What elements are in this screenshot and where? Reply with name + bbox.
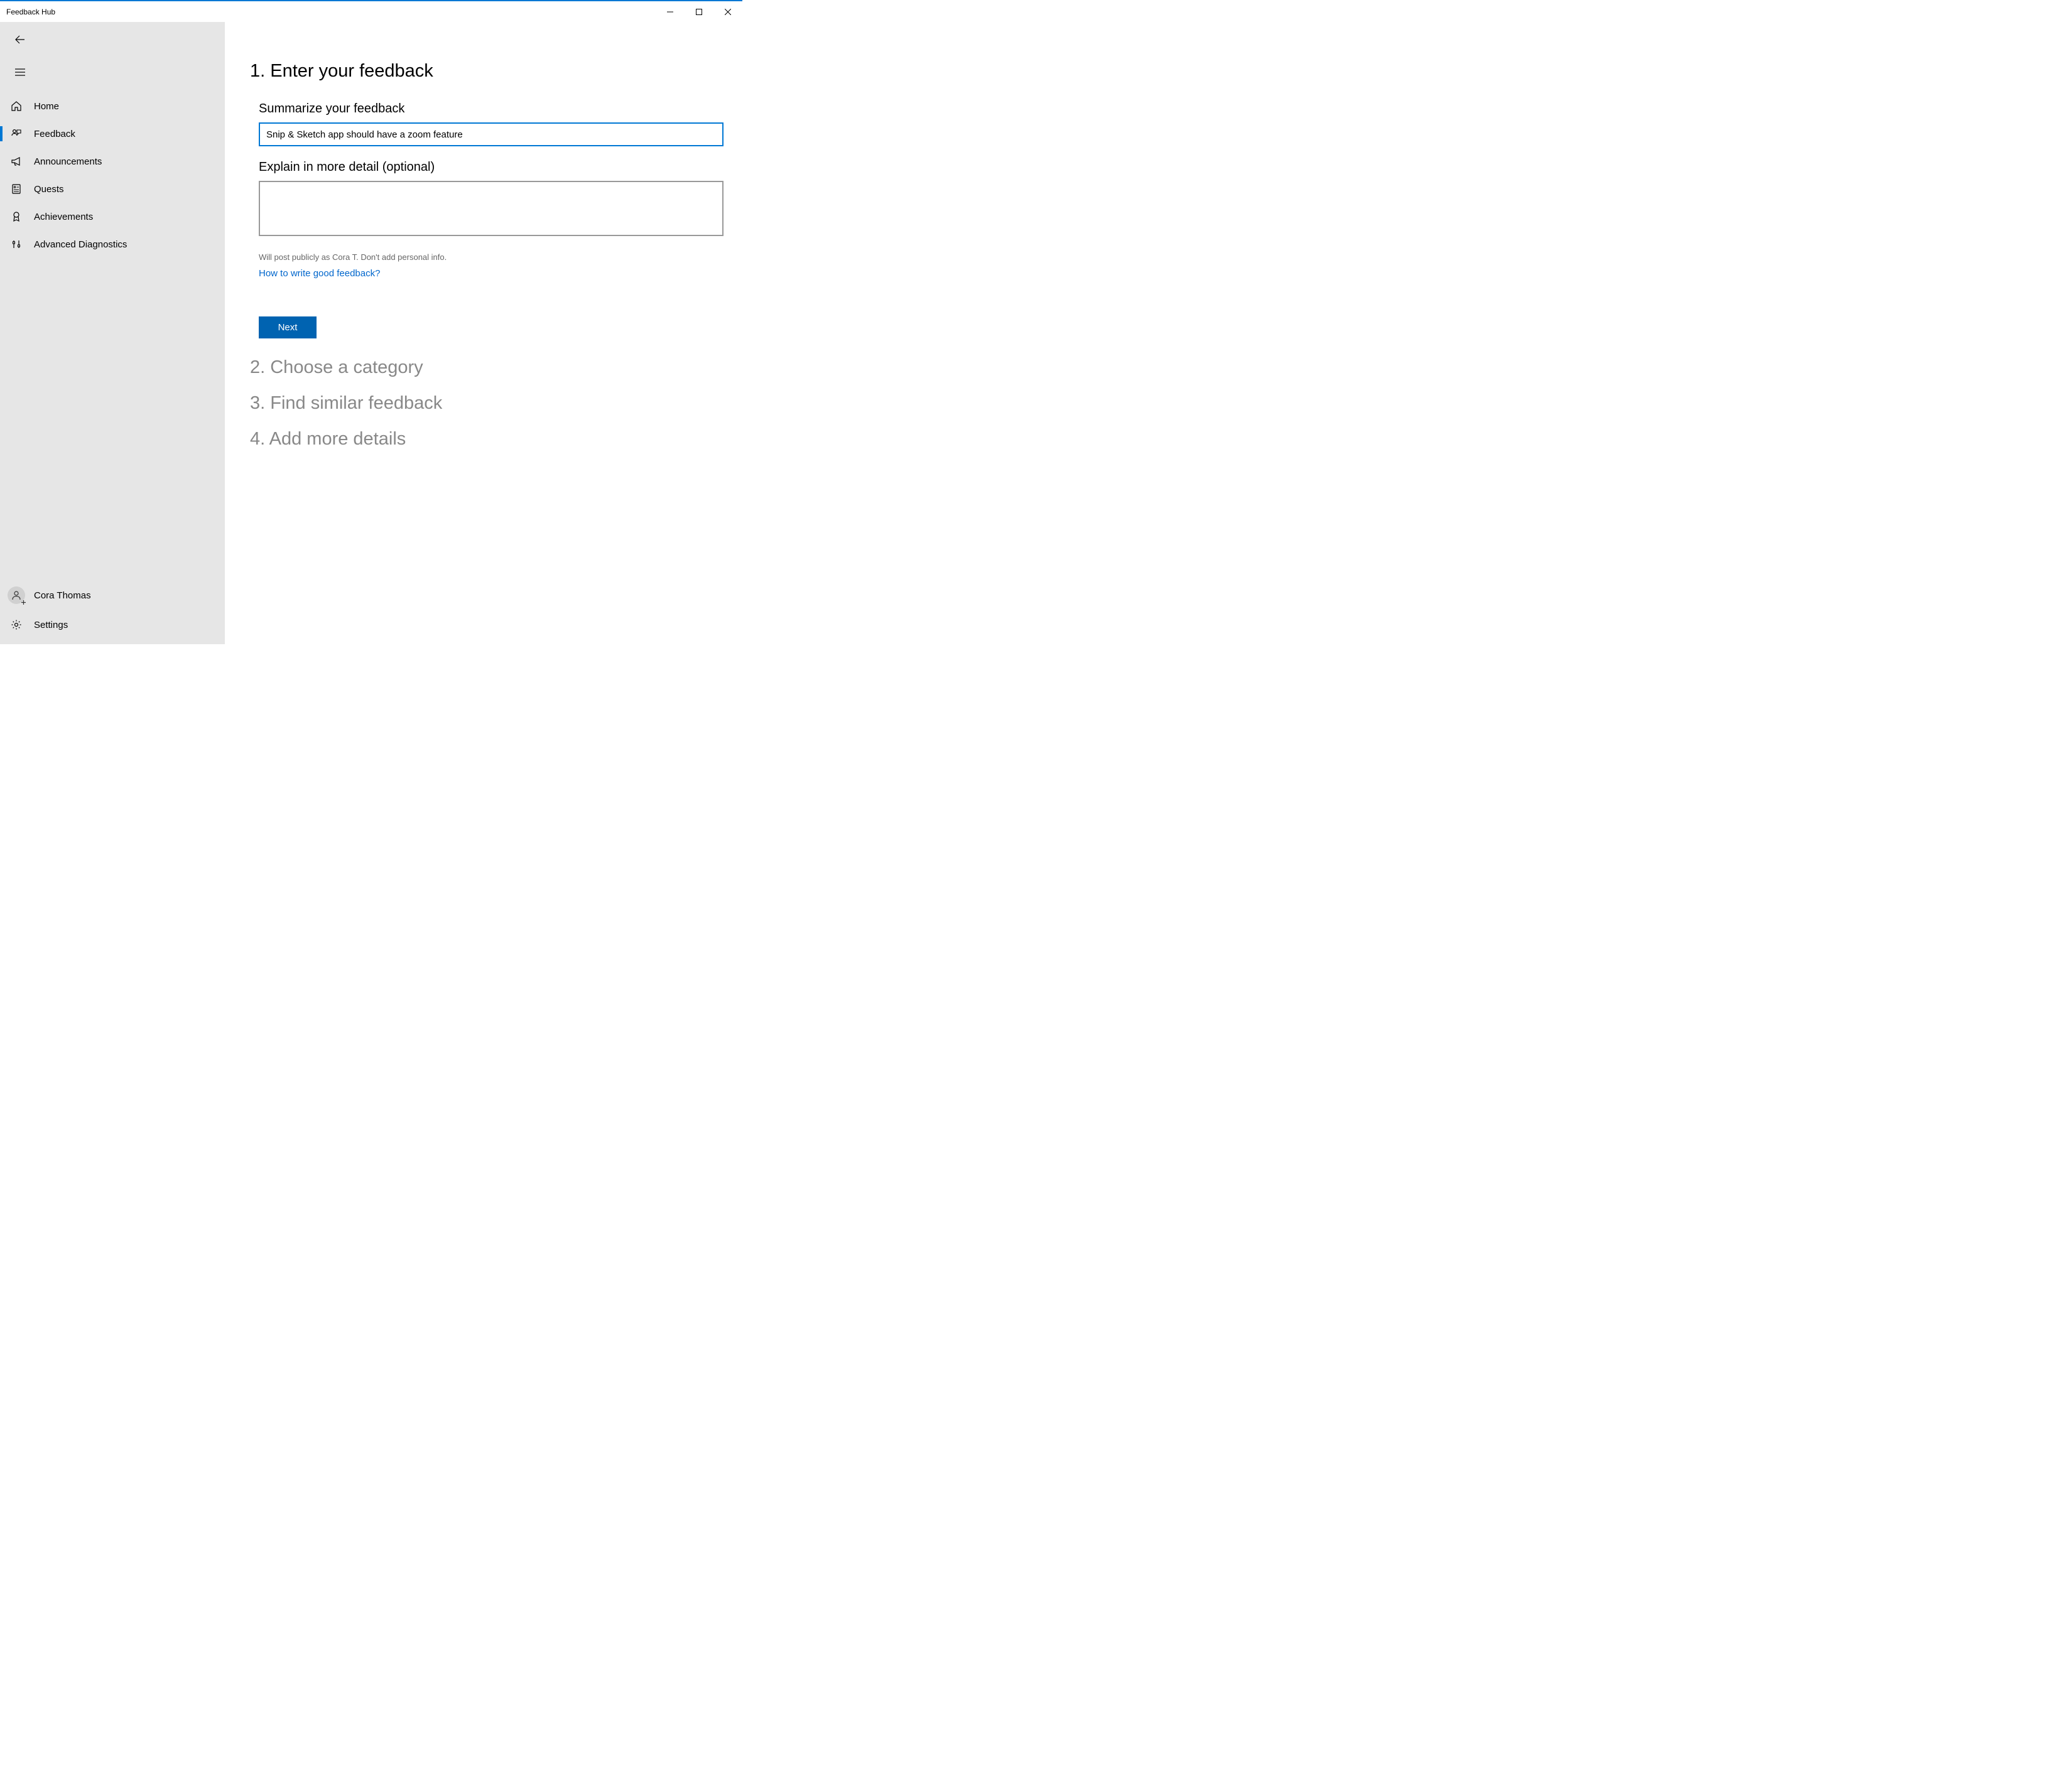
window-title: Feedback Hub: [6, 8, 55, 16]
public-post-disclaimer: Will post publicly as Cora T. Don't add …: [250, 252, 724, 262]
diagnostics-icon: [4, 232, 29, 257]
quests-icon: [4, 176, 29, 202]
megaphone-icon: [4, 149, 29, 174]
summary-label: Summarize your feedback: [259, 102, 724, 116]
nav-item-settings[interactable]: Settings: [0, 610, 225, 639]
nav-item-quests[interactable]: Quests: [0, 175, 225, 203]
close-button[interactable]: [713, 1, 742, 22]
step2-heading: 2. Choose a category: [250, 357, 724, 378]
user-account-button[interactable]: Cora Thomas: [0, 580, 225, 610]
settings-label: Settings: [34, 620, 68, 630]
back-arrow-icon: [15, 35, 25, 45]
minimize-button[interactable]: [656, 1, 685, 22]
detail-textarea[interactable]: [259, 181, 724, 236]
nav-item-advanced-diagnostics[interactable]: Advanced Diagnostics: [0, 230, 225, 258]
nav-label: Quests: [34, 184, 64, 195]
user-name: Cora Thomas: [34, 590, 91, 601]
home-icon: [4, 94, 29, 119]
nav-label: Achievements: [34, 212, 93, 222]
maximize-button[interactable]: [685, 1, 713, 22]
window-controls: [656, 1, 742, 22]
back-button[interactable]: [8, 27, 33, 52]
step3-heading: 3. Find similar feedback: [250, 393, 724, 414]
next-button[interactable]: Next: [259, 316, 317, 338]
hamburger-button[interactable]: [8, 60, 33, 85]
main-content: 1. Enter your feedback Summarize your fe…: [225, 22, 742, 644]
feedback-icon: [4, 121, 29, 146]
titlebar: Feedback Hub: [0, 1, 742, 22]
nav-label: Announcements: [34, 156, 102, 167]
detail-label: Explain in more detail (optional): [259, 160, 724, 175]
achievements-icon: [4, 204, 29, 229]
nav-label: Feedback: [34, 129, 75, 139]
summary-input[interactable]: [259, 122, 724, 146]
user-avatar-icon: [8, 586, 25, 604]
nav-label: Advanced Diagnostics: [34, 239, 127, 250]
nav-item-achievements[interactable]: Achievements: [0, 203, 225, 230]
nav-item-home[interactable]: Home: [0, 92, 225, 120]
help-link[interactable]: How to write good feedback?: [250, 268, 380, 279]
nav-item-feedback[interactable]: Feedback: [0, 120, 225, 148]
nav-item-announcements[interactable]: Announcements: [0, 148, 225, 175]
sidebar: Home Feedback: [0, 22, 225, 644]
step4-heading: 4. Add more details: [250, 429, 724, 450]
gear-icon: [8, 616, 25, 634]
nav-list: Home Feedback: [0, 90, 225, 580]
hamburger-icon: [15, 68, 25, 76]
nav-label: Home: [34, 101, 59, 112]
step1-heading: 1. Enter your feedback: [250, 61, 724, 82]
